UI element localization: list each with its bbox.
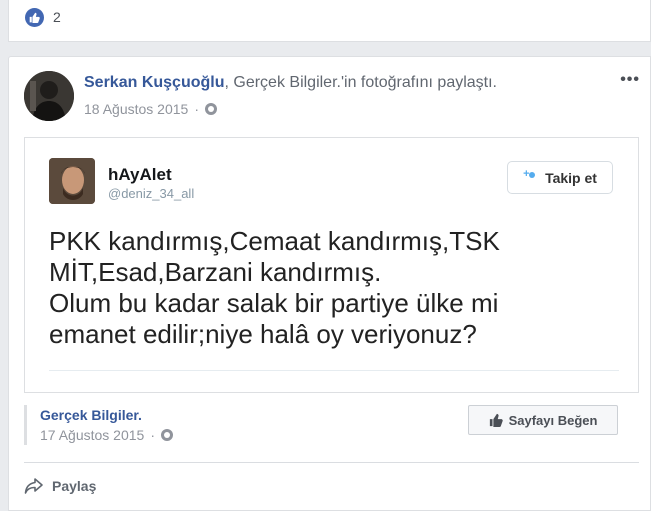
follow-user-icon	[523, 168, 539, 184]
source-date[interactable]: 17 Ağustos 2015	[40, 427, 144, 443]
tweet-user-handle: @deniz_34_all	[108, 186, 195, 201]
like-page-label: Sayfayı Beğen	[508, 412, 598, 428]
author-name-link[interactable]: Serkan Kuşçuoğlu	[84, 74, 224, 91]
share-action-text: 'in fotoğrafını paylaştı.	[340, 74, 497, 91]
shared-tweet-image[interactable]: hAyAlet @deniz_34_all Takip et PKK kandı…	[24, 137, 639, 393]
shared-photo-post: Serkan Kuşçuoğlu, Gerçek Bilgiler.'in fo…	[8, 56, 651, 511]
like-page-button[interactable]: Sayfayı Beğen	[468, 405, 618, 435]
tweet-line: Olum bu kadar salak bir partiye ülke mi	[49, 288, 499, 318]
source-page-link[interactable]: Gerçek Bilgiler.	[40, 407, 142, 423]
globe-privacy-icon[interactable]	[204, 103, 217, 115]
date-separator: ·	[194, 101, 199, 117]
share-label: Paylaş	[52, 478, 97, 494]
tweet-user-name: hAyAlet	[108, 165, 172, 184]
source-timestamp: 17 Ağustos 2015 ·	[40, 427, 173, 443]
actions-divider	[24, 462, 639, 463]
tweet-divider	[49, 370, 619, 371]
thumbs-up-icon	[489, 413, 503, 427]
share-arrow-icon	[24, 478, 43, 494]
source-date-separator: ·	[150, 427, 155, 443]
globe-privacy-icon[interactable]	[160, 429, 173, 441]
share-button[interactable]: Paylaş	[24, 477, 96, 495]
reaction-count[interactable]: 2	[53, 9, 61, 25]
tweet-line: PKK kandırmış,Cemaat kandırmış,TSK	[49, 226, 500, 256]
tweet-line: emanet edilir;niye halâ oy veriyonuz?	[49, 319, 477, 349]
page-attribution: Gerçek Bilgiler. 17 Ağustos 2015 · Sayfa…	[24, 405, 639, 445]
tweet-line: MİT,Esad,Barzani kandırmış.	[49, 257, 382, 287]
follow-button: Takip et	[507, 161, 613, 194]
more-options-icon[interactable]: •••	[620, 71, 640, 89]
tweet-text: PKK kandırmış,Cemaat kandırmış,TSK MİT,E…	[49, 226, 619, 350]
post-header: Serkan Kuşçuoğlu, Gerçek Bilgiler.'in fo…	[84, 74, 497, 92]
shared-page-link[interactable]: Gerçek Bilgiler.	[233, 74, 341, 91]
like-reaction-icon[interactable]	[25, 8, 44, 27]
post-date[interactable]: 18 Ağustos 2015	[84, 101, 188, 117]
follow-label: Takip et	[545, 169, 597, 186]
tweet-user-avatar	[49, 158, 95, 204]
post-timestamp: 18 Ağustos 2015 ·	[84, 101, 217, 117]
author-avatar[interactable]	[24, 71, 74, 121]
previous-post-footer: 2	[8, 0, 651, 42]
